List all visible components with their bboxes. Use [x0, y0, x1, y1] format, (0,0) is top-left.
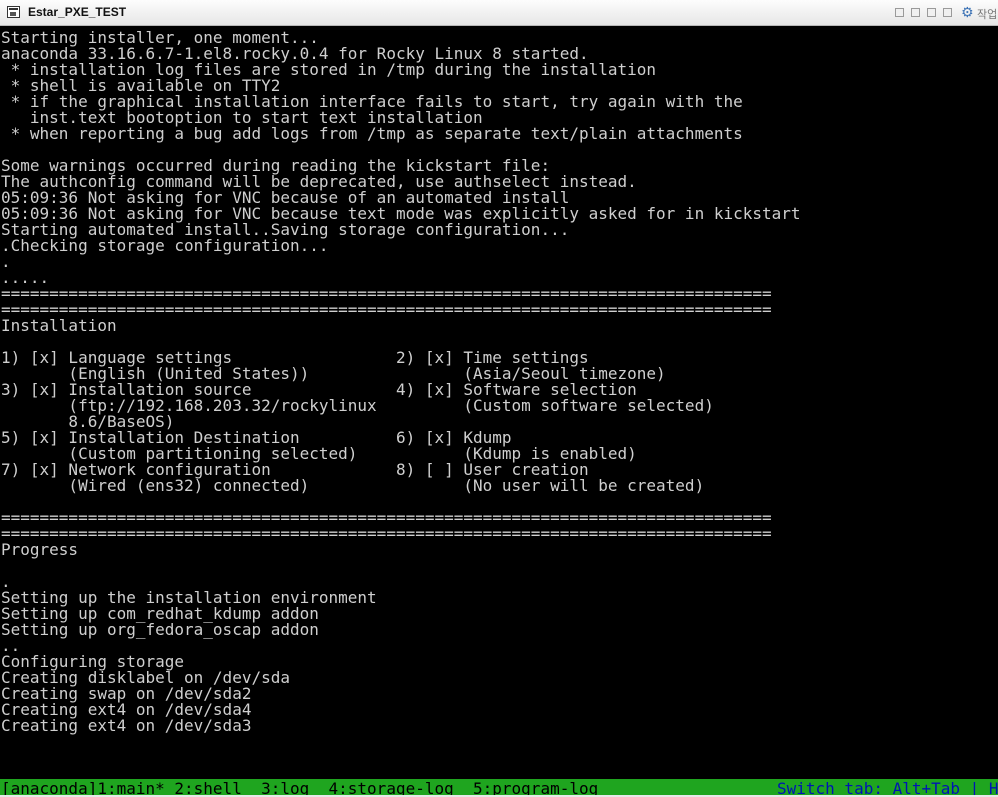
terminal-line: Configuring storage — [1, 652, 185, 671]
terminal-line: 05:09:36 Not asking for VNC because text… — [1, 204, 801, 223]
terminal-line: ========================================… — [1, 284, 772, 303]
terminal-line: Creating ext4 on /dev/sda4 — [1, 700, 252, 719]
terminal-line: Setting up the installation environment — [1, 588, 377, 607]
terminal-line: * installation log files are stored in /… — [1, 60, 657, 79]
status-tabs: [anaconda]1:main* 2:shell 3:log 4:storag… — [1, 779, 599, 795]
gear-icon[interactable]: ⚙ — [961, 5, 974, 21]
terminal-line: .. — [1, 636, 21, 655]
terminal-line: ========================================… — [1, 524, 772, 543]
terminal-line: Starting installer, one moment... — [1, 28, 319, 47]
terminal-line: ========================================… — [1, 508, 772, 527]
terminal-line: 7) [x] Network configuration 8) [ ] User… — [1, 460, 589, 479]
terminal-line: 8.6/BaseOS) — [1, 412, 175, 431]
terminal-line: * shell is available on TTY2 — [1, 76, 281, 95]
terminal-line: (ftp://192.168.203.32/rockylinux (Custom… — [1, 396, 714, 415]
action-menu-label[interactable]: 작업 — [977, 6, 997, 22]
terminal-line: . — [1, 572, 11, 591]
terminal-line: 5) [x] Installation Destination 6) [x] K… — [1, 428, 512, 447]
maximize-icon[interactable] — [927, 8, 936, 17]
status-help: Switch tab: Alt+Tab | Help: F1 — [777, 779, 998, 795]
terminal-line: .Checking storage configuration... — [1, 236, 329, 255]
terminal-line: Setting up org_fedora_oscap addon — [1, 620, 319, 639]
terminal-line: (Wired (ens32) connected) (No user will … — [1, 476, 705, 495]
terminal-line: Creating swap on /dev/sda2 — [1, 684, 252, 703]
terminal-line: inst.text bootoption to start text insta… — [1, 108, 483, 127]
window-titlebar: Estar_PXE_TEST ⚙ 작업 — [0, 0, 998, 26]
terminal-line: . — [1, 252, 11, 271]
close-icon[interactable] — [943, 8, 952, 17]
terminal-line: 3) [x] Installation source 4) [x] Softwa… — [1, 380, 637, 399]
terminal-line: (English (United States)) (Asia/Seoul ti… — [1, 364, 666, 383]
terminal-line: * when reporting a bug add logs from /tm… — [1, 124, 743, 143]
terminal-line: Installation — [1, 316, 117, 335]
terminal-app-icon — [7, 6, 20, 18]
terminal-line: 05:09:36 Not asking for VNC because of a… — [1, 188, 570, 207]
terminal-line: Some warnings occurred during reading th… — [1, 156, 551, 175]
terminal-line: Progress — [1, 540, 79, 559]
terminal-line: Setting up com_redhat_kdump addon — [1, 604, 319, 623]
tmux-status-bar: [anaconda]1:main* 2:shell 3:log 4:storag… — [0, 779, 998, 795]
terminal-line: anaconda 33.16.6.7-1.el8.rocky.0.4 for R… — [1, 44, 589, 63]
terminal-line: ========================================… — [1, 300, 772, 319]
terminal-line: 1) [x] Language settings 2) [x] Time set… — [1, 348, 589, 367]
terminal-line: Creating disklabel on /dev/sda — [1, 668, 290, 687]
terminal-line: ..... — [1, 268, 50, 287]
terminal-line: Starting automated install..Saving stora… — [1, 220, 570, 239]
restore-icon[interactable] — [911, 8, 920, 17]
terminal-line: (Custom partitioning selected) (Kdump is… — [1, 444, 637, 463]
terminal-line: * if the graphical installation interfac… — [1, 92, 743, 111]
terminal-line: Creating ext4 on /dev/sda3 — [1, 716, 252, 735]
terminal-line: The authconfig command will be deprecate… — [1, 172, 637, 191]
terminal-screen[interactable]: Starting installer, one moment... anacond… — [0, 27, 998, 779]
window-title: Estar_PXE_TEST — [28, 5, 127, 19]
minimize-icon[interactable] — [895, 8, 904, 17]
